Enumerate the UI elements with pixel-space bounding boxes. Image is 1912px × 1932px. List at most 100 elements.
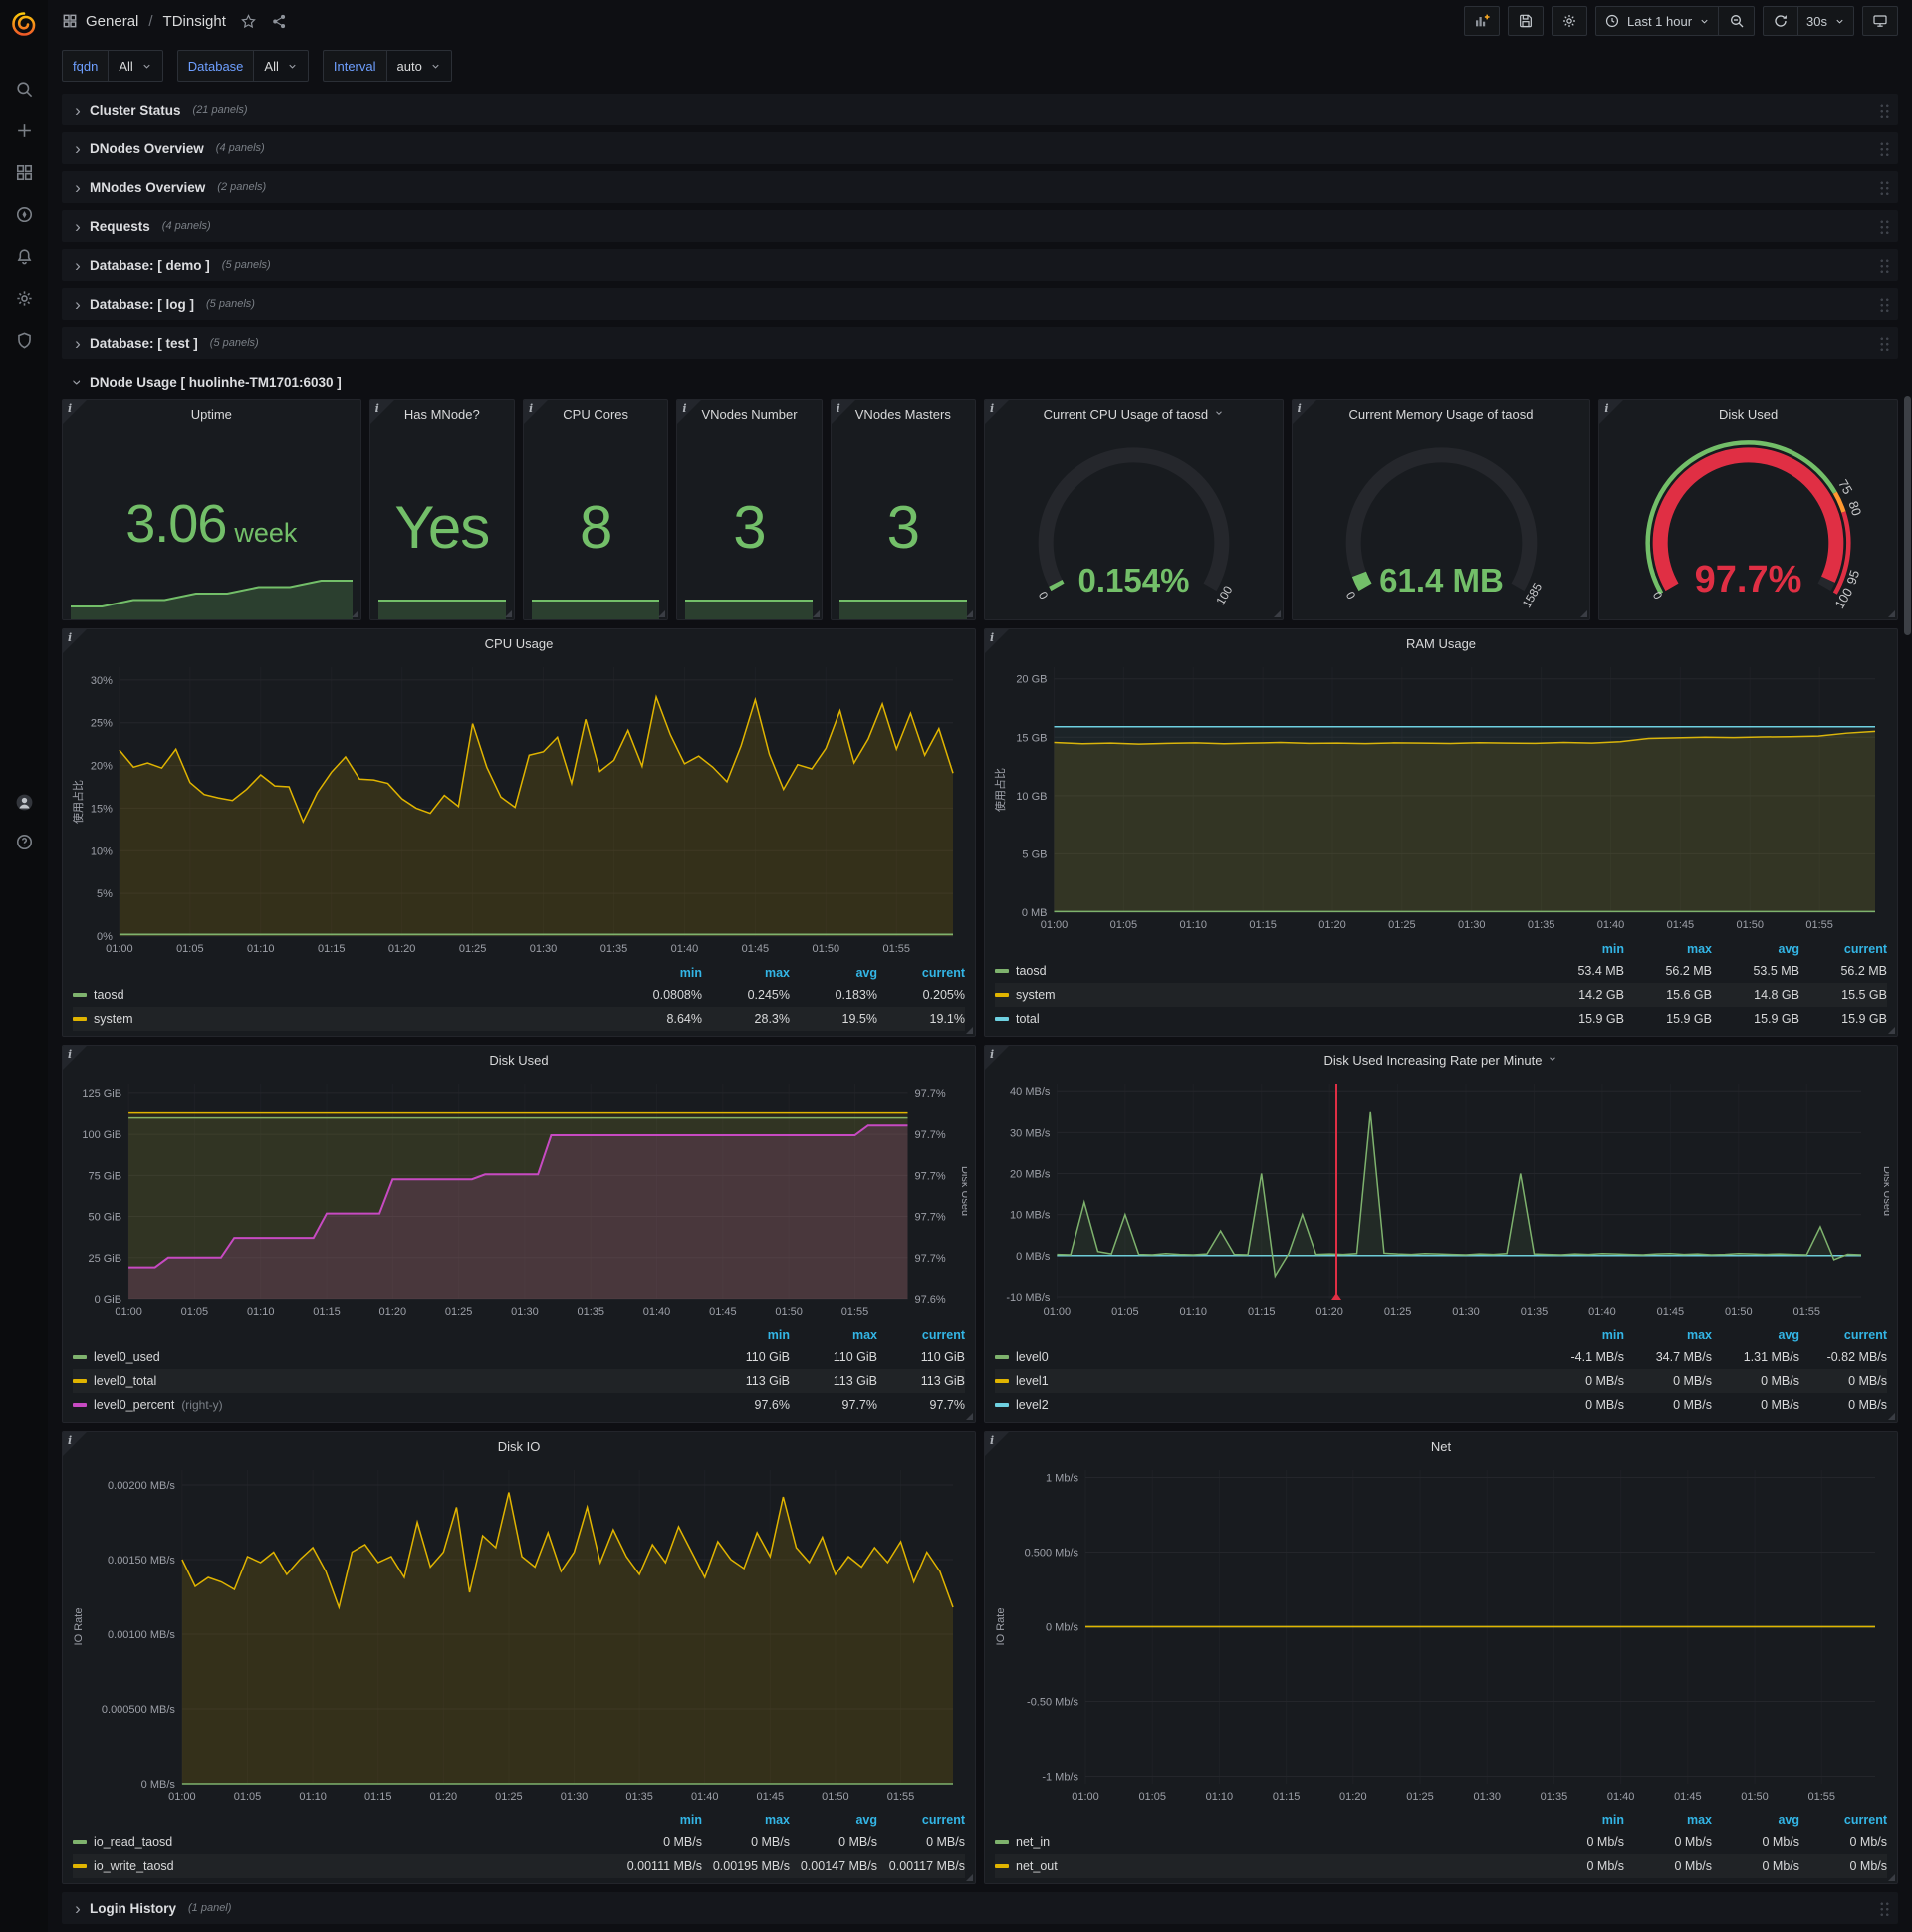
info-icon[interactable]: i <box>836 402 840 415</box>
legend-series-net-in[interactable]: net_in <box>995 1835 1537 1849</box>
row-login-history[interactable]: › Login History (1 panel) <box>62 1892 1898 1924</box>
refresh-button[interactable] <box>1763 6 1799 36</box>
info-icon[interactable]: i <box>68 402 72 415</box>
panel-menu-chevron-icon[interactable] <box>1214 408 1224 421</box>
row-database-test[interactable]: › Database: [ test ] (5 panels) <box>62 327 1898 359</box>
row-drag-handle[interactable] <box>1879 1900 1890 1916</box>
legend-column-avg[interactable]: avg <box>790 1813 877 1827</box>
server-admin-shield-icon[interactable] <box>6 327 42 353</box>
time-range-picker[interactable]: Last 1 hour <box>1594 6 1720 36</box>
info-icon[interactable]: i <box>68 1434 72 1447</box>
legend-column-current[interactable]: current <box>1799 942 1887 956</box>
row-drag-handle[interactable] <box>1879 257 1890 273</box>
refresh-interval-dropdown[interactable]: 30s <box>1798 6 1854 36</box>
legend-column-current[interactable]: current <box>1799 1328 1887 1342</box>
legend-column-max[interactable]: max <box>1624 1328 1712 1342</box>
gauge-disk-used-title[interactable]: Disk Used <box>1599 400 1897 428</box>
legend-column-current[interactable]: current <box>877 966 965 980</box>
legend-series-system[interactable]: system <box>73 1012 614 1026</box>
user-avatar[interactable] <box>6 789 42 815</box>
add-panel-button[interactable] <box>1463 6 1500 36</box>
save-dashboard-button[interactable] <box>1507 6 1544 36</box>
explore-compass-icon[interactable] <box>6 201 42 227</box>
info-icon[interactable]: i <box>529 402 533 415</box>
configuration-gear-icon[interactable] <box>6 285 42 311</box>
legend-series-level0-used[interactable]: level0_used <box>73 1350 702 1364</box>
chart-disk-io-title[interactable]: Disk IO <box>63 1432 975 1460</box>
info-icon[interactable]: i <box>68 631 72 644</box>
row-drag-handle[interactable] <box>1879 102 1890 118</box>
info-icon[interactable]: i <box>990 1048 994 1061</box>
grafana-logo[interactable] <box>0 0 48 48</box>
info-icon[interactable]: i <box>990 1434 994 1447</box>
alerting-bell-icon[interactable] <box>6 243 42 269</box>
legend-column-max[interactable]: max <box>790 1328 877 1342</box>
help-icon[interactable] <box>6 829 42 854</box>
page-title[interactable]: TDinsight <box>163 13 226 30</box>
gauge-current-cpu-usage-of-taosd-title[interactable]: Current CPU Usage of taosd <box>985 400 1283 428</box>
row-database-log[interactable]: › Database: [ log ] (5 panels) <box>62 288 1898 320</box>
legend-column-current[interactable]: current <box>877 1813 965 1827</box>
legend-column-avg[interactable]: avg <box>1712 1328 1799 1342</box>
row-dnode-usage[interactable]: › DNode Usage [ huolinhe-TM1701:6030 ] <box>62 365 1898 399</box>
legend-column-max[interactable]: max <box>702 1813 790 1827</box>
row-drag-handle[interactable] <box>1879 335 1890 351</box>
chart-ram-usage-title[interactable]: RAM Usage <box>985 629 1897 657</box>
chart-net-title[interactable]: Net <box>985 1432 1897 1460</box>
variable-interval-value[interactable]: auto <box>385 50 452 82</box>
chart-plot-area[interactable]: 01:00 01:05 01:10 01:15 01:20 01:25 01:30 01:35… <box>71 657 967 961</box>
legend-column-max[interactable]: max <box>1624 942 1712 956</box>
legend-series-system[interactable]: system <box>995 988 1537 1002</box>
legend-series-io-write-taosd[interactable]: io_write_taosd <box>73 1859 614 1873</box>
breadcrumb-section[interactable]: General <box>86 13 138 30</box>
legend-column-max[interactable]: max <box>1624 1813 1712 1827</box>
stat-uptime-title[interactable]: Uptime <box>63 400 360 428</box>
info-icon[interactable]: i <box>1604 402 1608 415</box>
panel-menu-chevron-icon[interactable] <box>1548 1054 1557 1067</box>
row-requests[interactable]: › Requests (4 panels) <box>62 210 1898 242</box>
legend-series-total[interactable]: total <box>995 1012 1537 1026</box>
chart-cpu-usage-title[interactable]: CPU Usage <box>63 629 975 657</box>
legend-series-level2[interactable]: level2 <box>995 1398 1537 1412</box>
variable-database-value[interactable]: All <box>253 50 309 82</box>
legend-column-min[interactable]: min <box>702 1328 790 1342</box>
info-icon[interactable]: i <box>682 402 686 415</box>
row-drag-handle[interactable] <box>1879 179 1890 195</box>
legend-column-min[interactable]: min <box>1537 942 1624 956</box>
chart-plot-area[interactable]: 01:00 01:05 01:10 01:15 01:20 01:25 01:30 01:35… <box>993 657 1889 937</box>
chart-plot-area[interactable]: 01:00 01:05 01:10 01:15 01:20 01:25 01:30 01:35… <box>71 1460 967 1809</box>
search-icon[interactable] <box>6 76 42 102</box>
legend-series-level1[interactable]: level1 <box>995 1374 1537 1388</box>
row-mnodes-overview[interactable]: › MNodes Overview (2 panels) <box>62 171 1898 203</box>
legend-column-min[interactable]: min <box>614 966 702 980</box>
legend-column-avg[interactable]: avg <box>1712 1813 1799 1827</box>
star-icon[interactable] <box>240 13 257 30</box>
legend-column-min[interactable]: min <box>614 1813 702 1827</box>
share-icon[interactable] <box>271 13 288 30</box>
row-cluster-status[interactable]: › Cluster Status (21 panels) <box>62 94 1898 125</box>
legend-column-avg[interactable]: avg <box>1712 942 1799 956</box>
row-drag-handle[interactable] <box>1879 296 1890 312</box>
chart-plot-area[interactable]: 01:00 01:05 01:10 01:15 01:20 01:25 01:30 01:35… <box>993 1074 1893 1324</box>
legend-series-io-read-taosd[interactable]: io_read_taosd <box>73 1835 614 1849</box>
dashboard-settings-button[interactable] <box>1551 6 1587 36</box>
legend-series-taosd[interactable]: taosd <box>73 988 614 1002</box>
info-icon[interactable]: i <box>375 402 379 415</box>
row-database-demo[interactable]: › Database: [ demo ] (5 panels) <box>62 249 1898 281</box>
create-plus-icon[interactable] <box>6 118 42 143</box>
variable-fqdn-value[interactable]: All <box>108 50 163 82</box>
legend-series-level0-percent[interactable]: level0_percent (right-y) <box>73 1398 702 1412</box>
row-drag-handle[interactable] <box>1879 218 1890 234</box>
legend-column-max[interactable]: max <box>702 966 790 980</box>
chart-plot-area[interactable]: 01:00 01:05 01:10 01:15 01:20 01:25 01:30 01:35… <box>71 1074 971 1324</box>
legend-series-net-out[interactable]: net_out <box>995 1859 1537 1873</box>
info-icon[interactable]: i <box>1298 402 1302 415</box>
dashboards-icon[interactable] <box>6 159 42 185</box>
cycle-view-mode-button[interactable] <box>1862 6 1898 36</box>
row-dnodes-overview[interactable]: › DNodes Overview (4 panels) <box>62 132 1898 164</box>
page-scrollbar-thumb[interactable] <box>1904 396 1911 635</box>
zoom-out-time-button[interactable] <box>1719 6 1756 36</box>
legend-column-current[interactable]: current <box>877 1328 965 1342</box>
legend-series-level0-total[interactable]: level0_total <box>73 1374 702 1388</box>
chart-disk-used-title[interactable]: Disk Used <box>63 1046 975 1074</box>
